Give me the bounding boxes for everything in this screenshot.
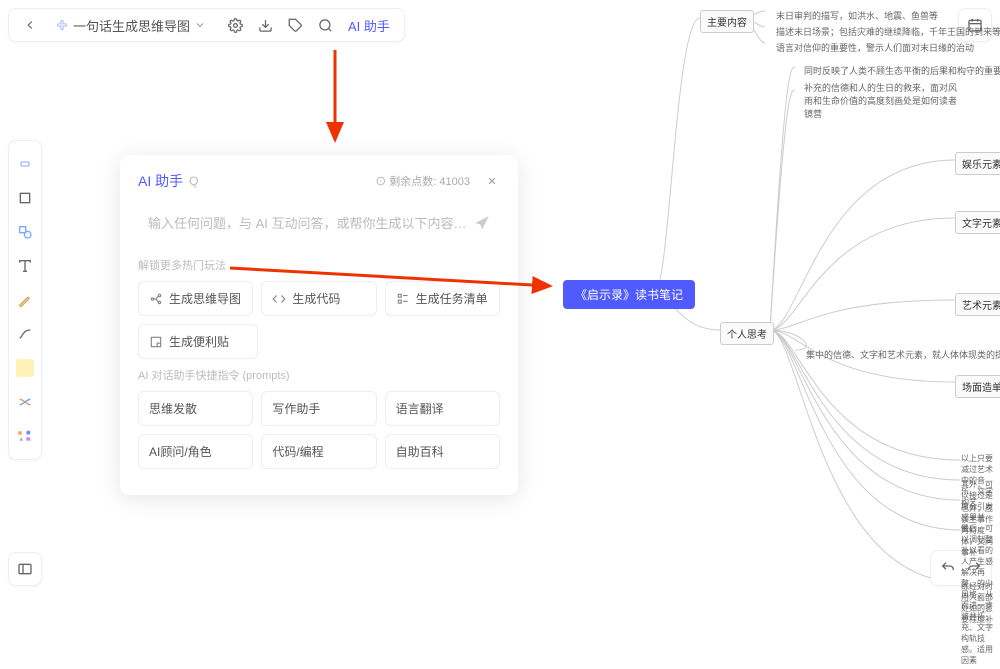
topbar: 一句话生成思维导图 AI 助手 bbox=[8, 8, 405, 42]
chip-brainstorm[interactable]: 思维发散 bbox=[138, 391, 253, 426]
mindmap-leaf[interactable]: 娱乐元素 bbox=[955, 152, 1000, 175]
credits-label: ⊙ 剩余点数: 41003 bbox=[375, 173, 470, 189]
chip-translate[interactable]: 语言翻译 bbox=[385, 391, 500, 426]
mindmap-leaf[interactable]: 补充的信德和人的生日的救来，面对风雨和生命价值的高度刻画处是如何读者镜营 bbox=[798, 78, 968, 123]
ai-assistant-link[interactable]: AI 助手 bbox=[340, 16, 398, 35]
doc-title-text: 一句话生成思维导图 bbox=[73, 16, 190, 35]
search-icon[interactable] bbox=[312, 12, 338, 38]
settings-icon[interactable] bbox=[222, 12, 248, 38]
tool-text[interactable] bbox=[12, 253, 38, 279]
chip-encyclopedia[interactable]: 自助百科 bbox=[385, 434, 500, 469]
mindmap-leaf[interactable]: 语言对信仰的重要性，警示人们面对末日缘的治动 bbox=[770, 38, 980, 57]
close-icon[interactable]: ✕ bbox=[484, 175, 500, 188]
mindmap-leaf[interactable]: 艺术元素 bbox=[955, 293, 1000, 316]
export-icon[interactable] bbox=[252, 12, 278, 38]
tool-more-shapes[interactable] bbox=[12, 423, 38, 449]
chip-consultant[interactable]: AI顾问/角色 bbox=[138, 434, 253, 469]
mindmap-root-node[interactable]: 《启示录》读书笔记 bbox=[563, 280, 695, 309]
tool-pen[interactable] bbox=[12, 287, 38, 313]
tool-sidebar bbox=[8, 140, 42, 460]
back-button[interactable] bbox=[17, 12, 43, 38]
ai-prompt-input[interactable] bbox=[148, 216, 470, 231]
tool-connector[interactable] bbox=[12, 321, 38, 347]
section-prompts: AI 对话助手快捷指令 (prompts) bbox=[138, 367, 500, 383]
tool-frame[interactable] bbox=[12, 185, 38, 211]
chip-programming[interactable]: 代码/编程 bbox=[261, 434, 376, 469]
tag-icon[interactable] bbox=[282, 12, 308, 38]
mindmap-leaf[interactable]: 场面造单 bbox=[955, 375, 1000, 398]
mindmap-leaf[interactable]: 集中的信德、文字和艺术元素，就人体体现类的提倡感官 bbox=[800, 345, 1000, 364]
chip-sticky[interactable]: 生成便利贴 bbox=[138, 324, 258, 359]
mindmap-leaf[interactable]: 练经对时用人面部处如的意要程度补 bbox=[955, 578, 1000, 628]
tool-sticky-note[interactable] bbox=[12, 355, 38, 381]
panel-toggle-button[interactable] bbox=[8, 552, 42, 586]
mindmap-branch-main-content[interactable]: 主要内容 bbox=[700, 10, 754, 33]
tool-select[interactable] bbox=[12, 151, 38, 177]
send-icon[interactable] bbox=[470, 211, 494, 235]
mindmap-leaf[interactable]: 文字元素 bbox=[955, 211, 1000, 234]
tool-cross-lines[interactable] bbox=[12, 389, 38, 415]
tool-shape[interactable] bbox=[12, 219, 38, 245]
doc-title[interactable]: 一句话生成思维导图 bbox=[49, 16, 216, 35]
mindmap-branch-personal-thoughts[interactable]: 个人思考 bbox=[720, 322, 774, 345]
ai-panel-title: AI 助手Q bbox=[138, 171, 198, 191]
chip-writing[interactable]: 写作助手 bbox=[261, 391, 376, 426]
ai-assistant-panel: AI 助手Q ⊙ 剩余点数: 41003 ✕ 解锁更多热门玩法 生成思维导图 生… bbox=[120, 155, 518, 495]
